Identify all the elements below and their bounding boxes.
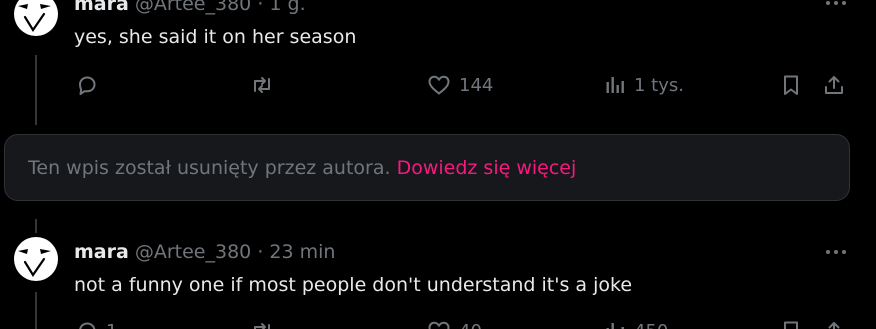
more-icon[interactable] (822, 0, 850, 8)
like-icon (428, 75, 450, 95)
share-button[interactable] (822, 319, 846, 329)
like-button[interactable]: 40 (426, 319, 482, 329)
author-name[interactable]: mara (74, 241, 129, 263)
reply-icon (79, 76, 96, 95)
bookmark-icon (784, 321, 798, 329)
like-count: 144 (459, 74, 494, 96)
views-icon (606, 323, 624, 329)
timeline: mara @Artee_380 · 1 g. yes, she said it … (0, 0, 876, 329)
views-button[interactable]: 1 tys. (603, 73, 684, 97)
author-handle[interactable]: @Artee_380 (135, 0, 251, 15)
deleted-post-notice: Ten wpis został usunięty przez autora. D… (4, 134, 850, 201)
reply-icon (79, 322, 96, 329)
like-button[interactable]: 144 (426, 73, 493, 97)
like-icon (428, 321, 450, 329)
repost-button[interactable] (250, 319, 281, 329)
bookmark-icon (784, 75, 798, 95)
bookmark-button[interactable] (779, 73, 803, 97)
reply-button[interactable]: 1 (75, 319, 117, 329)
views-count: 1 tys. (634, 74, 684, 96)
share-icon (825, 76, 843, 94)
learn-more-link[interactable]: Dowiedz się więcej (397, 157, 577, 179)
bookmark-button[interactable] (779, 319, 803, 329)
avatar-face-icon (18, 249, 51, 278)
post-text: not a funny one if most people don't und… (74, 274, 633, 296)
thread-line (35, 292, 37, 329)
reply-count: 1 (106, 321, 117, 329)
avatar-face-icon (18, 4, 51, 33)
author-handle[interactable]: @Artee_380 (135, 241, 251, 263)
post-header: mara @Artee_380 · 23 min (74, 240, 335, 264)
repost-button[interactable] (250, 73, 281, 97)
repost-icon (254, 77, 270, 93)
deleted-message: Ten wpis został usunięty przez autora. (28, 157, 391, 179)
post-time[interactable]: · 1 g. (257, 0, 305, 15)
post-header: mara @Artee_380 · 1 g. (74, 0, 306, 16)
reply-button[interactable] (75, 73, 106, 97)
like-count: 40 (459, 321, 482, 329)
views-count: 450 (634, 321, 668, 329)
views-icon (606, 77, 624, 93)
repost-icon (254, 323, 270, 329)
share-button[interactable] (822, 73, 846, 97)
thread-line (35, 55, 37, 125)
deleted-notice-text: Ten wpis został usunięty przez autora. D… (28, 155, 576, 181)
thread-line (35, 219, 37, 233)
avatar[interactable] (14, 237, 58, 281)
views-button[interactable]: 450 (603, 319, 668, 329)
more-icon[interactable] (822, 247, 850, 257)
post-text: yes, she said it on her season (74, 26, 357, 48)
post-time[interactable]: · 23 min (257, 241, 335, 263)
share-icon (828, 322, 840, 329)
author-name[interactable]: mara (74, 0, 129, 15)
avatar[interactable] (14, 0, 58, 36)
